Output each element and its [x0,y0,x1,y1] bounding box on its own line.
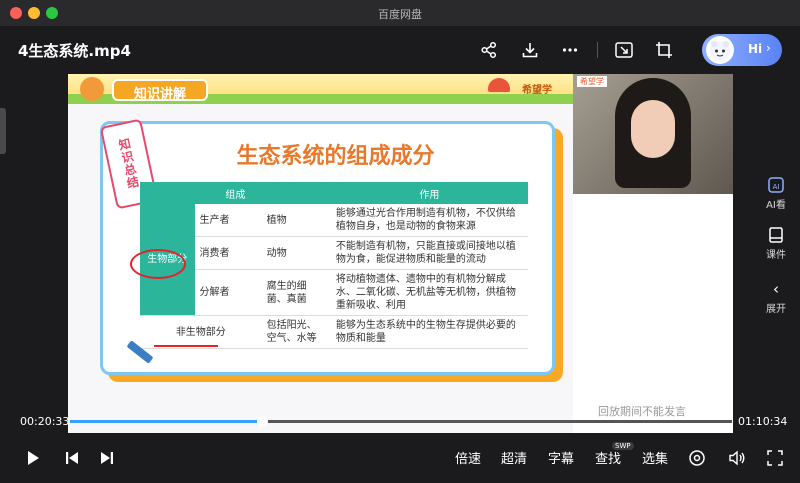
row-example: 动物 [261,236,331,270]
download-icon[interactable] [518,38,542,62]
header-divider [597,42,598,58]
assistant-greeting: Hi [748,42,763,56]
ai-view-icon: AI [752,176,800,196]
crop-icon[interactable] [652,38,676,62]
fullscreen-icon[interactable] [766,449,784,467]
episodes-button[interactable]: 选集 [642,448,668,467]
search-button[interactable]: 查找 [595,448,621,467]
progress-thumb[interactable] [256,416,268,427]
header-composition: 组成 [140,182,331,204]
teacher-webcam: 希望学 [573,74,733,194]
row-function: 将动植物遗体、遗物中的有机物分解成水、二氧化碳、无机盐等无机物，供植物重新吸收、… [330,269,528,316]
webcam-brand: 希望学 [577,76,607,87]
annotation-circle [130,249,186,279]
playback-notice: 回放期间不能发言 [598,405,686,418]
row-example: 植物 [261,204,331,237]
previous-icon[interactable] [63,449,81,467]
expand-label: 展开 [766,304,786,315]
composition-table: 组成 作用 生物部分 生产者 植物 能够通过光合作用制造有机物，不仅供给植物自身… [140,182,528,349]
row-example: 腐生的细菌、真菌 [261,269,331,316]
ai-assistant-button[interactable]: Hi › [702,34,782,66]
table-row: 非生物部分 包括阳光、空气、水等 能够为生态系统中的生物生存提供必要的物质和能量 [140,315,528,349]
mascot-icon [80,77,104,101]
row-role: 分解者 [194,269,262,316]
nonliving-label: 非生物部分 [140,315,262,349]
row-role: 消费者 [194,236,262,270]
chevron-right-icon: › [766,41,771,55]
more-icon[interactable] [558,38,582,62]
file-name: 4生态系统.mp4 [18,42,131,60]
header-function: 作用 [330,182,528,204]
progress-fill [70,420,262,423]
lessons-button[interactable]: 课件 [752,226,800,261]
banner-badge-text: 知识讲解 [133,87,186,102]
search-badge: SWP [612,442,634,450]
slide-title: 生态系统的组成成分 [236,144,435,169]
total-time: 01:10:34 [738,415,788,428]
title-bar: 百度网盘 [0,0,800,26]
share-icon[interactable] [477,38,501,62]
row-function: 能够通过光合作用制造有机物，不仅供给植物自身，也是动物的食物来源 [330,204,528,237]
chevron-left-icon: ‹ [773,280,779,298]
lessons-label: 课件 [766,250,786,261]
side-drawer-handle[interactable] [0,108,6,154]
subtitle-button[interactable]: 字幕 [548,448,574,467]
table-row: 生物部分 生产者 植物 能够通过光合作用制造有机物，不仅供给植物自身，也是动物的… [140,204,528,316]
webcam-person-face [631,100,675,158]
row-function: 不能制造有机物，只能直接或间接地以植物为食，能促进物质和能量的流动 [330,236,528,270]
current-time: 00:20:33 [20,415,70,428]
progress-bar[interactable] [70,416,732,427]
banner-badge: 知识讲解 [112,79,208,102]
nonliving-function: 能够为生态系统中的生物生存提供必要的物质和能量 [330,315,528,349]
table-header-row: 组成 作用 [140,182,528,204]
table-row: 分解者 腐生的细菌、真菌 将动植物遗体、遗物中的有机物分解成水、二氧化碳、无机盐… [140,269,528,316]
target-icon[interactable] [688,449,706,467]
play-icon[interactable] [24,449,42,467]
slide-banner: 知识讲解 希望学 [68,74,573,104]
ai-view-label: AI看 [766,200,786,211]
video-frame[interactable]: 知识讲解 希望学 知识总结 生态系统的组成成分 组成 作用 生物部分 生产者 植… [68,74,733,433]
mushroom-icon [488,78,510,92]
annotation-underline [154,345,218,347]
volume-icon[interactable] [728,449,746,467]
assistant-avatar-icon [706,36,734,64]
picture-in-picture-icon[interactable] [612,38,636,62]
row-role: 生产者 [194,204,262,237]
quality-button[interactable]: 超清 [501,448,527,467]
table-row: 消费者 动物 不能制造有机物，只能直接或间接地以植物为食，能促进物质和能量的流动 [140,236,528,270]
window-title: 百度网盘 [378,8,422,21]
banner-brand: 希望学 [522,85,552,96]
book-icon [752,226,800,246]
speed-button[interactable]: 倍速 [455,448,481,467]
nonliving-example: 包括阳光、空气、水等 [261,315,331,349]
expand-button[interactable]: ‹ 展开 [752,280,800,315]
ai-view-button[interactable]: AI AI看 [752,176,800,211]
next-icon[interactable] [98,449,116,467]
player-header: 4生态系统.mp4 Hi › [0,26,800,76]
svg-text:AI: AI [773,183,780,191]
